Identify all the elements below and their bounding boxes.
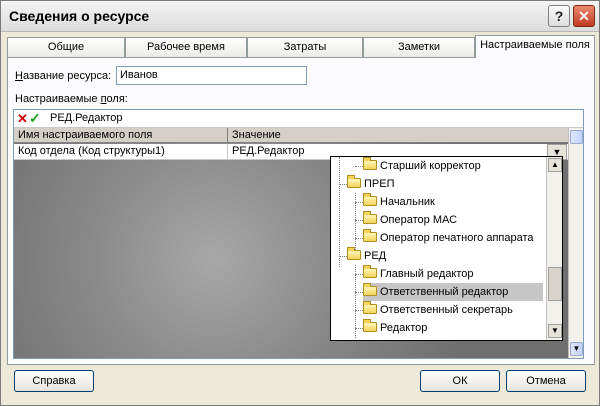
folder-icon [363, 157, 377, 170]
tree-item[interactable]: Оператор МАС [363, 211, 457, 229]
custom-fields-label: Настраиваемые поля: [15, 93, 128, 105]
help-title-button[interactable]: ? [548, 5, 570, 27]
grid-vertical-scrollbar[interactable]: ▼ [568, 128, 583, 358]
grid-scroll-down-button[interactable]: ▼ [570, 342, 583, 356]
folder-icon [363, 319, 377, 332]
tab-general[interactable]: Общие [7, 37, 125, 57]
tree-item[interactable]: Старший корректор [363, 157, 481, 175]
resource-name-label: Название ресурса: [15, 70, 112, 82]
tab-costs[interactable]: Затраты [247, 37, 363, 57]
tab-strip: Общие Рабочее время Затраты Заметки Наст… [7, 35, 595, 58]
tree-item[interactable]: Оператор печатного аппарата [363, 229, 534, 247]
folder-icon [363, 193, 377, 206]
table-cell-field[interactable]: Код отдела (Код структуры1) [14, 144, 228, 160]
folder-icon [347, 247, 361, 260]
column-header-field-name[interactable]: Имя настраиваемого поля [14, 128, 228, 143]
tree-scroll-thumb[interactable] [548, 267, 562, 301]
value-tree-dropdown: Старший корректор ПРЕП Начальник Операто… [330, 156, 563, 341]
column-header-value[interactable]: Значение [228, 128, 569, 143]
cancel-edit-icon[interactable]: ✕ [17, 112, 29, 125]
title-bar: Сведения о ресурсе ? ✕ [1, 1, 599, 32]
help-button[interactable]: Справка [14, 370, 94, 392]
tree-item[interactable]: Редактор [363, 319, 427, 337]
accept-edit-icon[interactable]: ✓ [29, 111, 41, 126]
grid-scroll-thumb[interactable] [570, 130, 583, 144]
edit-bar-value[interactable]: РЕД.Редактор [50, 112, 123, 124]
folder-icon [347, 175, 361, 188]
folder-icon [363, 283, 377, 296]
window-title: Сведения о ресурсе [9, 8, 150, 24]
tree-scroll-up-button[interactable]: ▲ [548, 158, 562, 172]
tab-working-time[interactable]: Рабочее время [125, 37, 247, 57]
tree-item[interactable]: Главный редактор [363, 265, 474, 283]
close-button[interactable]: ✕ [573, 5, 595, 27]
resource-info-dialog: Сведения о ресурсе ? ✕ Общие Рабочее вре… [0, 0, 600, 406]
folder-icon [363, 265, 377, 278]
edit-bar: ✕ ✓ РЕД.Редактор [14, 110, 583, 128]
tree-item[interactable]: Начальник [363, 193, 435, 211]
folder-icon [363, 211, 377, 224]
cancel-button[interactable]: Отмена [506, 370, 586, 392]
tree-item[interactable]: Ответственный секретарь [363, 301, 513, 319]
folder-icon [363, 301, 377, 314]
tree-scrollbar[interactable]: ▲ ▼ [546, 157, 562, 340]
tree-item-selected[interactable]: Ответственный редактор [363, 283, 543, 301]
tree-item[interactable]: ПРЕП [347, 175, 395, 193]
tab-notes[interactable]: Заметки [363, 37, 475, 57]
ok-button[interactable]: ОК [420, 370, 500, 392]
tab-custom-fields[interactable]: Настраиваемые поля [475, 35, 595, 58]
tree-item[interactable]: РЕД [347, 247, 386, 265]
folder-icon [363, 229, 377, 242]
resource-name-input[interactable]: Иванов [116, 66, 307, 85]
tree-scroll-down-button[interactable]: ▼ [548, 324, 562, 338]
